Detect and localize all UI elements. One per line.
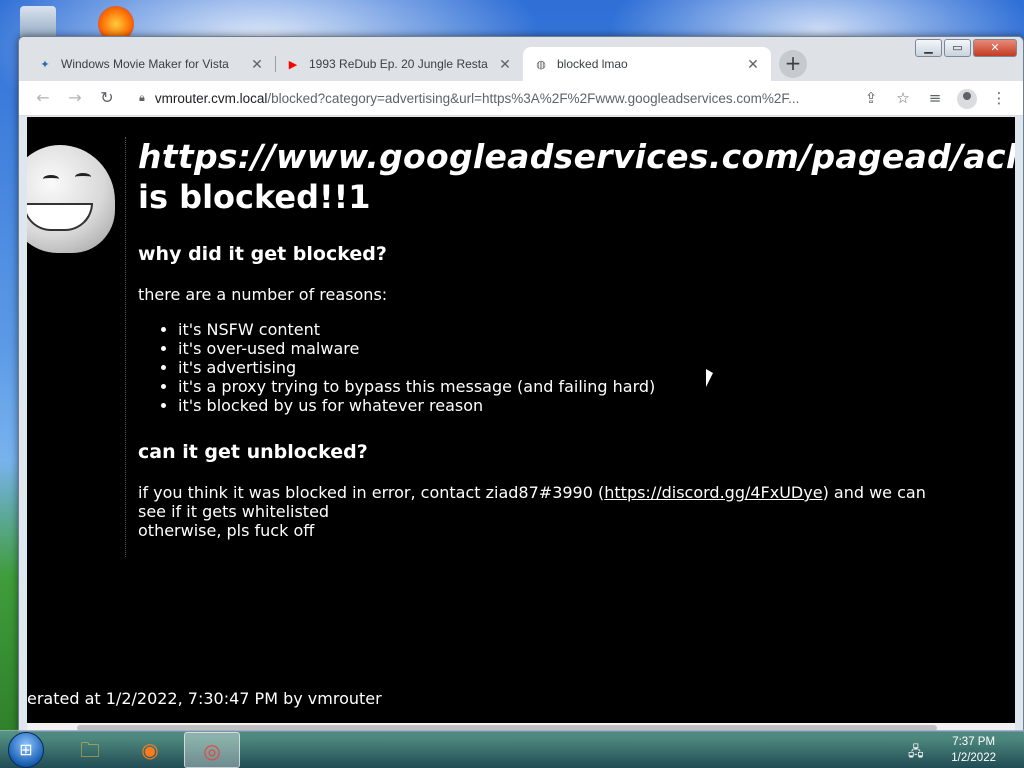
- forward-arrow-icon[interactable]: →: [59, 84, 91, 112]
- url-path: /blocked?category=advertising&url=https%…: [267, 90, 800, 106]
- bookmark-star-icon[interactable]: ☆: [887, 84, 919, 112]
- back-arrow-icon[interactable]: ←: [27, 84, 59, 112]
- maximize-button[interactable]: ▭: [944, 39, 971, 57]
- lock-icon[interactable]: 🔒︎: [139, 92, 145, 105]
- clock[interactable]: 7:37 PM 1/2/2022: [951, 734, 996, 766]
- unblock-paragraph: if you think it was blocked in error, co…: [138, 483, 958, 540]
- profile-avatar-icon[interactable]: [951, 84, 983, 112]
- generated-footer: erated at 1/2/2022, 7:30:47 PM by vmrout…: [27, 689, 382, 708]
- start-button[interactable]: ⊞: [8, 732, 44, 768]
- clock-time: 7:37 PM: [952, 736, 996, 748]
- network-icon[interactable]: 🖧︎: [908, 741, 924, 765]
- address-bar[interactable]: 🔒︎ vmrouter.cvm.local/blocked?category=a…: [129, 84, 849, 112]
- chrome-icon[interactable]: ◎: [184, 732, 240, 768]
- reload-icon[interactable]: ↻: [91, 84, 123, 112]
- tab-movie-maker[interactable]: ✦ Windows Movie Maker for Vista ✕: [27, 47, 275, 81]
- tab-blocked[interactable]: ◍ blocked lmao ✕: [523, 47, 771, 81]
- unblock-heading: can it get unblocked?: [138, 441, 368, 463]
- discord-link[interactable]: https://discord.gg/4FxUDye: [604, 483, 822, 502]
- list-item: it's blocked by us for whatever reason: [178, 396, 1015, 415]
- movie-maker-icon: ✦: [40, 58, 50, 71]
- window-close-button[interactable]: ✕: [973, 39, 1017, 57]
- tab-close-icon[interactable]: ✕: [745, 56, 761, 73]
- page-viewport: https://www.googleadservices.com/pagead/…: [27, 117, 1015, 723]
- otherwise-text: otherwise, pls fuck off: [138, 521, 315, 540]
- block-message: https://www.googleadservices.com/pagead/…: [125, 137, 1015, 557]
- url-host: vmrouter.cvm.local: [154, 90, 268, 106]
- tab-title: Windows Movie Maker for Vista: [61, 57, 229, 71]
- youtube-icon: ▶: [288, 58, 298, 71]
- tab-title: 1993 ReDub Ep. 20 Jungle Resta: [309, 57, 488, 71]
- blocked-status-heading: is blocked!!1: [138, 178, 371, 216]
- tab-youtube[interactable]: ▶ 1993 ReDub Ep. 20 Jungle Resta ✕: [275, 47, 523, 81]
- new-tab-button[interactable]: +: [779, 50, 807, 78]
- taskbar: ⊞ 🗀 ◉ ◎ 🖧︎ 7:37 PM 1/2/2022: [0, 730, 1024, 768]
- browser-window: ▁ ▭ ✕ ✦ Windows Movie Maker for Vista ✕ …: [18, 36, 1024, 732]
- reasons-intro: there are a number of reasons:: [138, 285, 388, 304]
- list-item: it's NSFW content: [178, 320, 1015, 339]
- mouse-cursor-icon: [706, 369, 713, 387]
- window-controls: ▁ ▭ ✕: [915, 39, 1017, 57]
- clock-date: 1/2/2022: [951, 752, 996, 764]
- globe-icon: ◍: [536, 58, 546, 71]
- list-item: it's over-used malware: [178, 339, 1015, 358]
- reasons-list: it's NSFW content it's over-used malware…: [138, 320, 1015, 415]
- system-tray: 🖧︎ 7:37 PM 1/2/2022: [906, 731, 1024, 768]
- unblock-text-before: if you think it was blocked in error, co…: [138, 483, 605, 502]
- blocked-url-heading: https://www.googleadservices.com/pagead/…: [138, 137, 1015, 176]
- menu-kebab-icon[interactable]: ⋮: [983, 84, 1015, 112]
- list-item: it's a proxy trying to bypass this messa…: [178, 377, 1015, 396]
- troll-face-image: [27, 145, 115, 253]
- firefox-icon[interactable]: ◉: [122, 732, 178, 768]
- share-icon[interactable]: ⇪: [855, 84, 887, 112]
- media-controls-icon[interactable]: ≡: [919, 84, 951, 112]
- tab-close-icon[interactable]: ✕: [249, 56, 265, 73]
- browser-toolbar: ← → ↻ 🔒︎ vmrouter.cvm.local/blocked?cate…: [19, 81, 1023, 116]
- file-explorer-icon[interactable]: 🗀: [62, 732, 118, 768]
- tab-title: blocked lmao: [557, 57, 628, 71]
- list-item: it's advertising: [178, 358, 1015, 377]
- tab-strip: ✦ Windows Movie Maker for Vista ✕ ▶ 1993…: [19, 37, 1023, 81]
- minimize-button[interactable]: ▁: [915, 39, 942, 57]
- tab-close-icon[interactable]: ✕: [497, 56, 513, 73]
- why-heading: why did it get blocked?: [138, 243, 387, 265]
